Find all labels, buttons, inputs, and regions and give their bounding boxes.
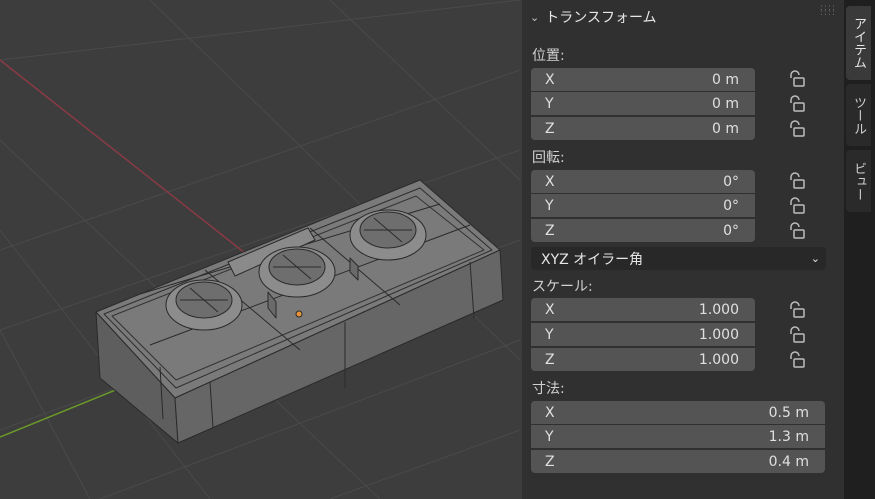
scale-label: スケール: [532, 279, 593, 295]
location-z-field[interactable]: Z 0 m [531, 117, 755, 140]
rotation-y-field[interactable]: Y 0° [531, 194, 755, 217]
lock-icon[interactable] [787, 70, 807, 90]
lock-icon[interactable] [787, 351, 807, 371]
axis-label: X [545, 301, 555, 318]
lock-icon[interactable] [787, 95, 807, 115]
lock-icon[interactable] [787, 172, 807, 192]
field-value: 1.3 m [768, 428, 809, 445]
axis-label: Z [545, 453, 555, 470]
scale-z-field[interactable]: Z 1.000 [531, 348, 755, 371]
axis-label: X [545, 173, 555, 190]
axis-label: X [545, 404, 555, 421]
field-value: 1.000 [698, 326, 739, 343]
axis-label: X [545, 71, 555, 88]
tab-item[interactable]: アイテム [846, 6, 871, 80]
field-value: 0 m [712, 120, 739, 137]
sidebar-panel: ⌄ トランスフォーム :::::::: 位置: X0 m Y0 m Z0 m 回… [522, 0, 844, 499]
axis-label: Z [545, 120, 555, 137]
axis-label: Z [545, 351, 555, 368]
axis-label: Z [545, 222, 555, 239]
dimensions-y-field[interactable]: Y 1.3 m [531, 425, 825, 448]
rotation-mode-dropdown[interactable]: XYZ オイラー角 ⌄ [531, 247, 826, 270]
rotation-x-field[interactable]: X 0° [531, 170, 755, 193]
sidebar-tabs: アイテム ツール ビュー [844, 0, 875, 499]
rotation-mode-value: XYZ オイラー角 [541, 251, 644, 268]
rotation-label: 回転: [532, 150, 565, 166]
chevron-down-icon: ⌄ [530, 10, 540, 24]
field-value: 0 m [712, 95, 739, 112]
field-value: 1.000 [698, 351, 739, 368]
axis-label: Y [545, 197, 554, 214]
lock-icon[interactable] [787, 120, 807, 140]
field-value: 0 m [712, 71, 739, 88]
axis-label: Y [545, 428, 554, 445]
axis-label: Y [545, 95, 554, 112]
location-x-field[interactable]: X 0 m [531, 68, 755, 91]
rotation-z-field[interactable]: Z 0° [531, 219, 755, 242]
drag-grip-icon[interactable]: :::::::: [820, 4, 836, 18]
chevron-down-icon: ⌄ [810, 252, 820, 265]
field-value: 0° [723, 173, 739, 190]
dimensions-z-field[interactable]: Z 0.4 m [531, 450, 825, 473]
field-value: 0.5 m [768, 404, 809, 421]
location-y-field[interactable]: Y 0 m [531, 92, 755, 115]
axis-label: Y [545, 326, 554, 343]
field-value: 0° [723, 222, 739, 239]
field-value: 1.000 [698, 301, 739, 318]
lock-icon[interactable] [787, 222, 807, 242]
tab-view[interactable]: ビュー [846, 150, 871, 212]
tab-tool[interactable]: ツール [846, 84, 871, 146]
lock-icon[interactable] [787, 326, 807, 346]
lock-icon[interactable] [787, 197, 807, 217]
dimensions-label: 寸法: [532, 381, 565, 397]
transform-title: トランスフォーム [545, 10, 657, 26]
scale-x-field[interactable]: X 1.000 [531, 298, 755, 321]
object-origin-dot [295, 310, 303, 318]
lock-icon[interactable] [787, 301, 807, 321]
dimensions-x-field[interactable]: X 0.5 m [531, 401, 825, 424]
transform-panel-header[interactable]: ⌄ トランスフォーム [530, 6, 840, 28]
location-label: 位置: [532, 48, 565, 64]
field-value: 0.4 m [768, 453, 809, 470]
field-value: 0° [723, 197, 739, 214]
scale-y-field[interactable]: Y 1.000 [531, 323, 755, 346]
